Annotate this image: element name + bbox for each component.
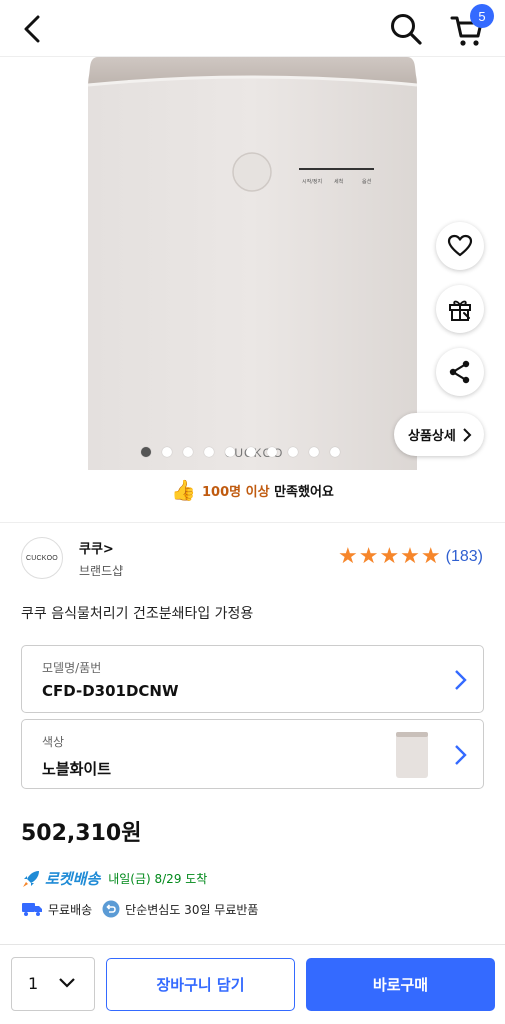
rocket-delivery: 로켓배송 내일(금) 8/29 도착	[21, 868, 207, 889]
carousel-dot[interactable]	[204, 447, 214, 457]
carousel-dot[interactable]	[309, 447, 319, 457]
heart-icon	[447, 234, 473, 257]
carousel-dot[interactable]	[162, 447, 172, 457]
back-button[interactable]	[14, 12, 50, 46]
product-image-carousel[interactable]: 시작/정지 세척 옵션 CUCKOO 상품상세	[0, 57, 505, 470]
brand-name: 쿠쿠	[79, 542, 103, 557]
star-icon: ★	[420, 544, 441, 569]
buy-now-button[interactable]: 바로구매	[306, 958, 495, 1011]
carousel-dot[interactable]	[267, 447, 277, 457]
rocket-delivery-label: 로켓배송	[45, 870, 101, 888]
panel-label-start: 시작/정지	[302, 178, 322, 185]
rocket-icon	[23, 870, 39, 887]
thumbs-up-icon: 👍	[171, 478, 196, 502]
brand-row: CUCKOO 쿠쿠> 브랜드샵 ★ ★ ★ ★ ★ (183)	[21, 537, 483, 581]
carousel-dot[interactable]	[288, 447, 298, 457]
cart-count-badge: 5	[470, 4, 494, 28]
star-icon: ★	[358, 544, 379, 569]
benefits-row: 무료배송 단순변심도 30일 무료반품	[21, 900, 258, 918]
model-option-selector[interactable]: 모델명/품번 CFD-D301DCNW	[21, 645, 484, 713]
chevron-right-icon	[455, 745, 467, 765]
satisfaction-banner: 👍 100명 이상 만족했어요	[0, 478, 505, 502]
panel-label-wash: 세척	[334, 178, 343, 185]
brand-name-link[interactable]: 쿠쿠>	[79, 538, 114, 557]
gift-icon	[449, 300, 471, 321]
chevron-right-icon	[455, 670, 467, 690]
brand-shop-label: 브랜드샵	[79, 564, 124, 578]
back-arrow-icon	[24, 15, 40, 43]
search-button[interactable]	[386, 9, 426, 49]
carousel-dot[interactable]	[141, 447, 151, 457]
free-return-label: 단순변심도 30일 무료반품	[125, 902, 259, 917]
star-icon: ★	[379, 544, 400, 569]
model-label: 모델명/품번	[42, 661, 102, 675]
chevron-down-icon	[59, 978, 75, 988]
rating[interactable]: ★ ★ ★ ★ ★ (183)	[338, 546, 483, 568]
carousel-indicator	[141, 447, 340, 457]
free-shipping-label: 무료배송	[48, 902, 93, 917]
carousel-dot[interactable]	[183, 447, 193, 457]
wishlist-button[interactable]	[436, 222, 484, 270]
satisfaction-count: 100명 이상	[202, 484, 270, 500]
star-icon: ★	[337, 544, 358, 569]
divider	[0, 522, 505, 523]
product-detail-label: 상품상세	[408, 429, 456, 444]
return-icon	[102, 900, 120, 918]
model-value: CFD-D301DCNW	[42, 682, 179, 700]
product-detail-button[interactable]: 상품상세	[394, 413, 484, 456]
top-bar: 5	[0, 0, 505, 57]
satisfaction-suffix: 만족했어요	[274, 484, 334, 500]
color-label: 색상	[42, 735, 65, 749]
add-to-cart-button[interactable]: 장바구니 담기	[106, 958, 295, 1011]
carousel-dot[interactable]	[246, 447, 256, 457]
truck-icon	[21, 901, 43, 917]
carousel-dot[interactable]	[225, 447, 235, 457]
carousel-dot[interactable]	[330, 447, 340, 457]
color-option-selector[interactable]: 색상 노블화이트	[21, 719, 484, 789]
quantity-select[interactable]: 1	[11, 957, 95, 1011]
color-thumbnail	[396, 732, 428, 778]
divider	[0, 944, 505, 945]
product-image: 시작/정지 세척 옵션 CUCKOO	[87, 57, 418, 470]
brand-chevron-icon: >	[102, 542, 114, 557]
review-count[interactable]: (183)	[446, 548, 483, 566]
quantity-value: 1	[28, 974, 39, 993]
gift-button[interactable]	[436, 285, 484, 333]
brand-logo[interactable]: CUCKOO	[21, 537, 63, 579]
price: 502,310원	[21, 821, 142, 846]
panel-label-option: 옵션	[362, 178, 372, 185]
share-button[interactable]	[436, 348, 484, 396]
chevron-right-icon	[463, 427, 472, 442]
share-icon	[449, 360, 470, 384]
search-icon	[391, 14, 422, 45]
delivery-eta: 내일(금) 8/29 도착	[108, 872, 208, 886]
cart-button[interactable]: 5	[448, 4, 494, 50]
star-icon: ★	[400, 544, 420, 569]
product-title: 쿠쿠 음식물처리기 건조분쇄타입 가정용	[21, 606, 254, 622]
color-value: 노블화이트	[42, 760, 112, 778]
